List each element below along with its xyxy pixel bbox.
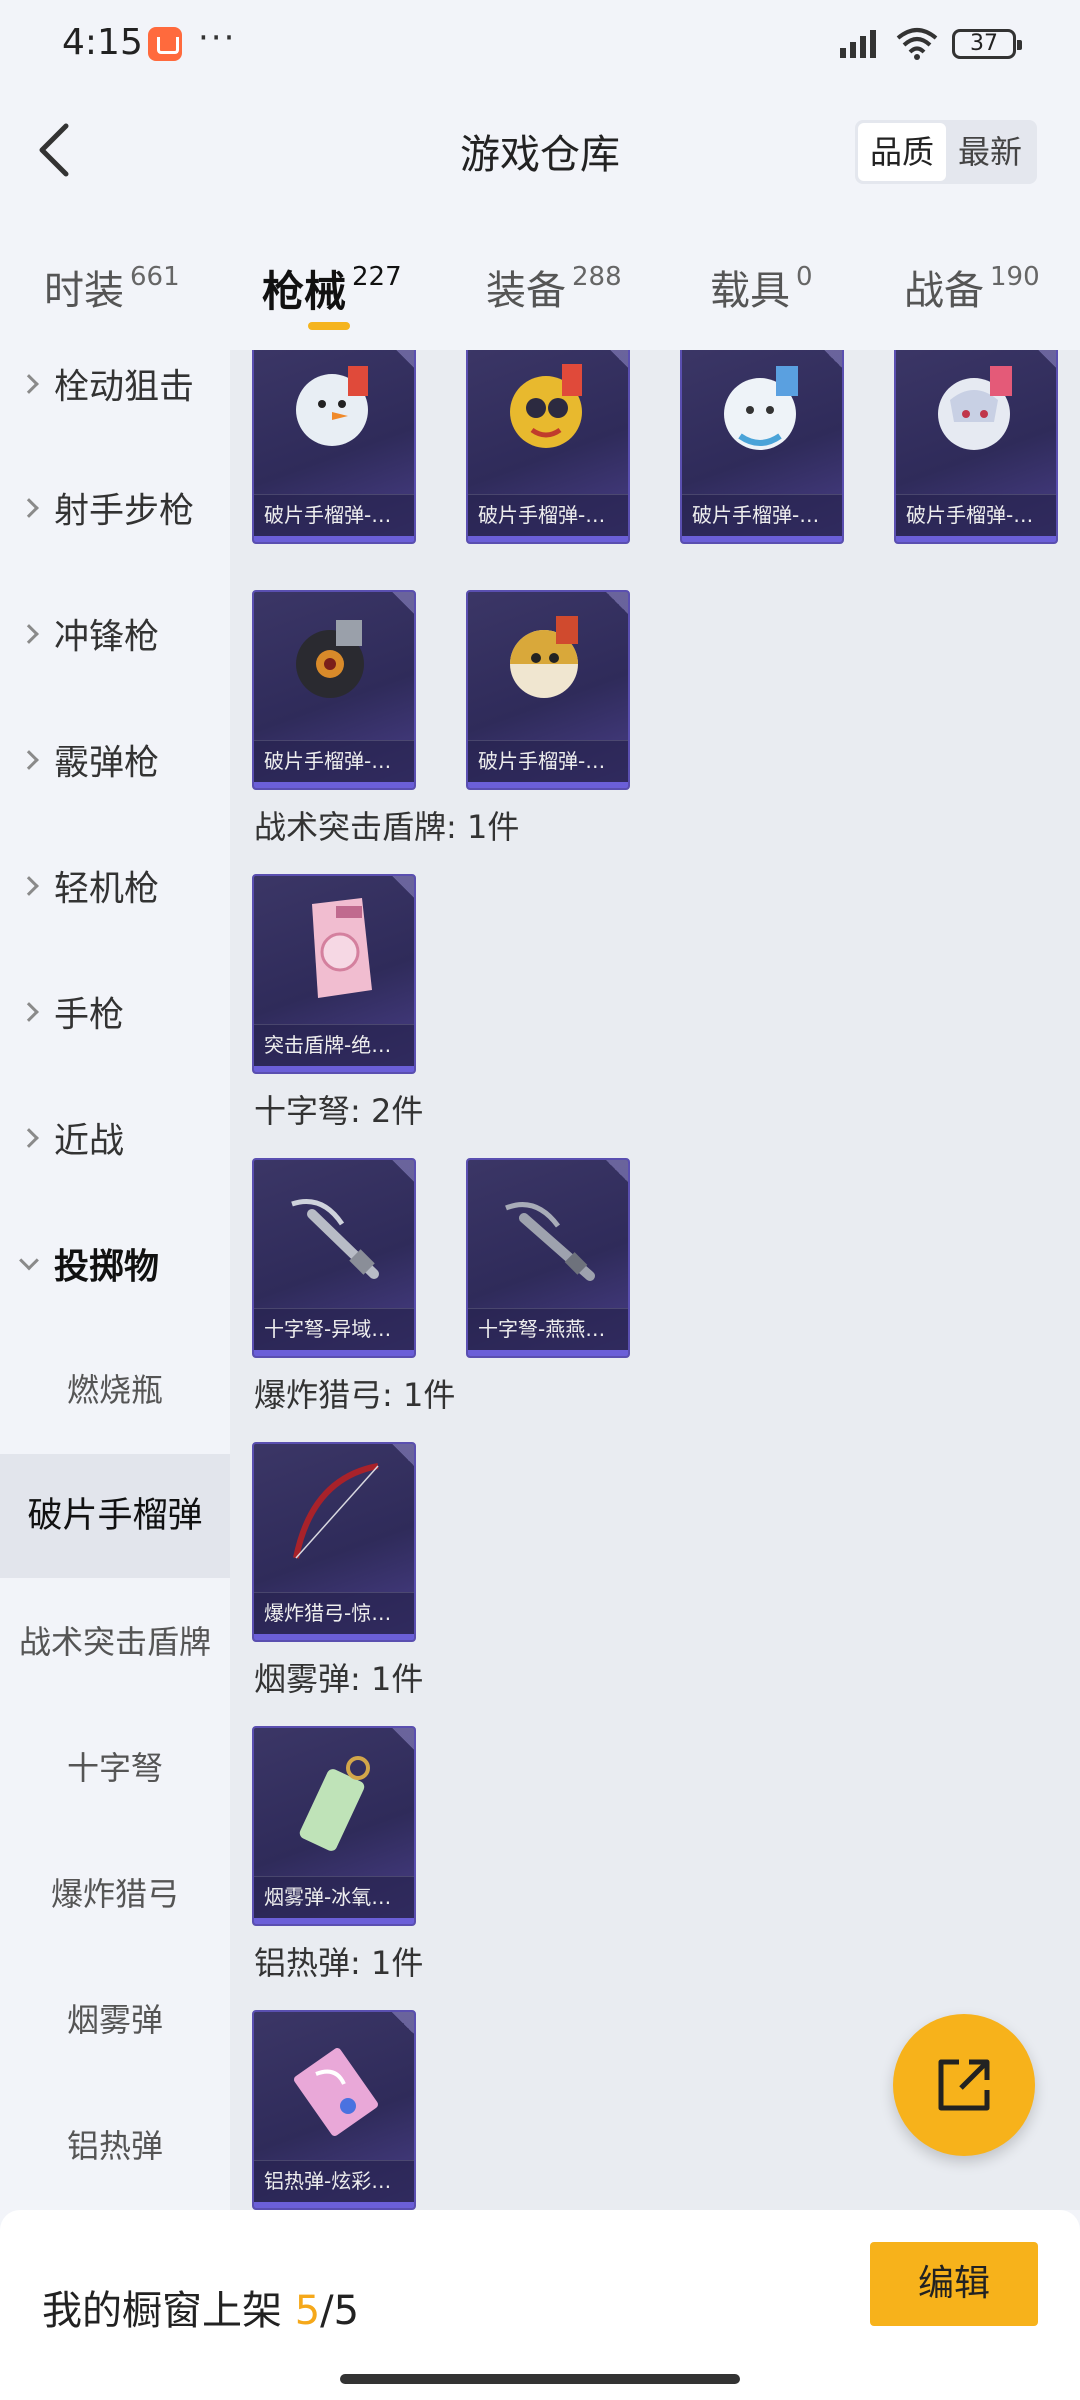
- item-card[interactable]: 破片手榴弹-…: [680, 350, 844, 544]
- cellular-signal-icon: [840, 30, 876, 58]
- sidebar-sub-tactical-shield[interactable]: 战术突击盾牌: [0, 1580, 230, 1704]
- tab-firearms[interactable]: 枪械 227: [262, 258, 402, 319]
- group-title-smoke-grenade: 烟雾弹: 1件: [254, 1660, 424, 1698]
- chevron-right-icon: [19, 876, 39, 896]
- thermite-charge-icon: [293, 2048, 379, 2136]
- seal-grenade-icon: [724, 366, 798, 450]
- yellow-grenade-icon: [510, 364, 582, 448]
- status-time: 4:15: [62, 22, 143, 63]
- item-card[interactable]: 破片手榴弹-…: [252, 590, 416, 790]
- item-card[interactable]: 铝热弹-炫彩…: [252, 2010, 416, 2210]
- sidebar-item-smg[interactable]: 冲锋枪: [0, 572, 230, 696]
- item-card[interactable]: 十字弩-异域…: [252, 1158, 416, 1358]
- showcase-label: 我的橱窗上架 5/5: [42, 2288, 360, 2334]
- item-card[interactable]: 爆炸猎弓-惊…: [252, 1442, 416, 1642]
- pink-shield-icon: [312, 898, 372, 998]
- sidebar-sub-explosive-bow[interactable]: 爆炸猎弓: [0, 1832, 230, 1956]
- item-card[interactable]: 烟雾弹-冰氧…: [252, 1726, 416, 1926]
- group-title-tactical-shield: 战术突击盾牌: 1件: [254, 808, 520, 846]
- sidebar-item-shotgun[interactable]: 霰弹枪: [0, 698, 230, 822]
- group-title-crossbow: 十字弩: 2件: [254, 1092, 424, 1130]
- wifi-icon: [896, 28, 938, 60]
- item-card[interactable]: 破片手榴弹-…: [252, 350, 416, 544]
- sidebar-sub-crossbow[interactable]: 十字弩: [0, 1706, 230, 1830]
- chevron-right-icon: [19, 1128, 39, 1148]
- sort-quality-button[interactable]: 品质: [858, 123, 946, 181]
- crossbow-icon: [505, 1202, 595, 1281]
- item-card[interactable]: 破片手榴弹-…: [894, 350, 1058, 544]
- chevron-right-icon: [19, 624, 39, 644]
- smoke-canister-icon: [299, 1756, 370, 1851]
- chevron-right-icon: [19, 1002, 39, 1022]
- snowman-grenade-icon: [296, 366, 368, 446]
- showcase-bar: 我的橱窗上架 5/5 编辑: [0, 2210, 1080, 2400]
- shopping-bag-icon: [148, 27, 182, 61]
- share-button[interactable]: [893, 2014, 1035, 2156]
- sort-toggle: 品质 最新: [855, 120, 1037, 184]
- sidebar-item-bolt-sniper[interactable]: 栓动狙击: [0, 350, 230, 446]
- status-bar: 4:15 ··· 37: [0, 0, 1080, 90]
- chevron-right-icon: [19, 374, 39, 394]
- hunting-bow-icon: [293, 1463, 379, 1559]
- anime-grenade-icon: [938, 366, 1012, 450]
- item-card[interactable]: 破片手榴弹-…: [466, 590, 630, 790]
- tab-supplies[interactable]: 战备 190: [904, 258, 1040, 316]
- battery-icon: 37: [952, 29, 1022, 59]
- sidebar-item-melee[interactable]: 近战: [0, 1076, 230, 1200]
- sidebar-sub-molotov[interactable]: 燃烧瓶: [0, 1328, 230, 1452]
- sidebar-sub-thermite[interactable]: 铝热弹: [0, 2084, 230, 2208]
- chevron-down-icon: [19, 1250, 39, 1271]
- active-tab-indicator: [308, 322, 350, 330]
- sidebar-sub-frag-grenade[interactable]: 破片手榴弹: [0, 1454, 230, 1578]
- sort-newest-button[interactable]: 最新: [946, 123, 1034, 181]
- sidebar: 栓动狙击 射手步枪 冲锋枪 霰弹枪 轻机枪 手枪 近战 投掷物 燃烧瓶 破片手榴…: [0, 350, 230, 2210]
- edit-button[interactable]: 编辑: [870, 2242, 1038, 2326]
- sidebar-item-marksman-rifle[interactable]: 射手步枪: [0, 446, 230, 570]
- tab-equipment[interactable]: 装备 288: [486, 258, 622, 316]
- item-card[interactable]: 突击盾牌-绝…: [252, 874, 416, 1074]
- more-notifications-icon: ···: [198, 18, 237, 58]
- gold-grenade-icon: [510, 616, 578, 698]
- header: 游戏仓库 品质 最新: [0, 90, 1080, 210]
- showcase-used-count: 5: [294, 2288, 321, 2334]
- home-indicator[interactable]: [340, 2374, 740, 2384]
- chevron-right-icon: [19, 498, 39, 518]
- item-card[interactable]: 十字弩-燕燕…: [466, 1158, 630, 1358]
- crossbow-icon: [291, 1199, 379, 1279]
- group-title-thermite: 铝热弹: 1件: [254, 1944, 424, 1982]
- chevron-right-icon: [19, 750, 39, 770]
- sidebar-item-pistol[interactable]: 手枪: [0, 950, 230, 1074]
- item-card[interactable]: 破片手榴弹-…: [466, 350, 630, 544]
- showcase-total-count: /5: [320, 2288, 360, 2334]
- sidebar-sub-smoke-grenade[interactable]: 烟雾弹: [0, 1958, 230, 2082]
- tab-vehicles[interactable]: 载具 0: [710, 258, 813, 316]
- sidebar-item-throwables[interactable]: 投掷物: [0, 1202, 230, 1326]
- category-tabs: 时装 661 枪械 227 装备 288 载具 0 战备 190: [0, 240, 1080, 340]
- share-icon: [938, 2059, 990, 2111]
- sidebar-item-lmg[interactable]: 轻机枪: [0, 824, 230, 948]
- black-grenade-icon: [296, 620, 364, 698]
- group-title-explosive-bow: 爆炸猎弓: 1件: [254, 1376, 456, 1414]
- tab-fashion[interactable]: 时装 661: [44, 258, 180, 316]
- item-grid: 破片手榴弹-… 破片手榴弹-… 破片手榴弹-… 破片手榴弹-… 破片手榴弹-… …: [230, 350, 1080, 2210]
